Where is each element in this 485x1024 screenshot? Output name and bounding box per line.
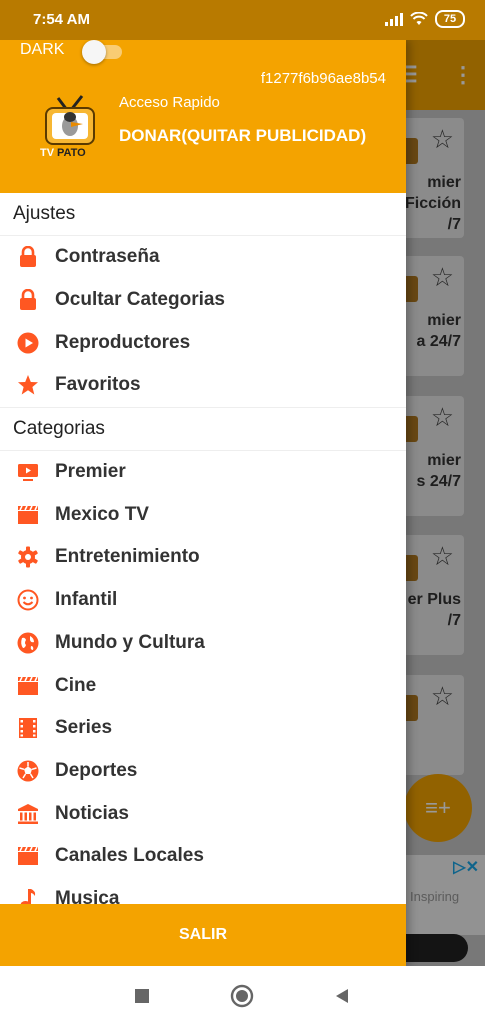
lock-icon xyxy=(16,288,40,312)
menu-item-label: Reproductores xyxy=(55,331,191,353)
triangle-back-icon xyxy=(336,989,348,1003)
dark-mode-label: DARK xyxy=(20,41,65,58)
menu-item-label: Mundo y Cultura xyxy=(55,631,205,653)
status-time: 7:54 AM xyxy=(33,11,90,28)
signal-icon xyxy=(385,12,403,26)
drawer-header: DARK f1277f6b96ae8b54 TV PATO Acceso Rap… xyxy=(0,40,406,193)
menu-item-kids[interactable]: Infantil xyxy=(0,579,406,622)
menu-item-music[interactable]: Musica xyxy=(0,878,406,904)
menu-item-world-culture[interactable]: Mundo y Cultura xyxy=(0,622,406,665)
exit-button[interactable]: SALIR xyxy=(0,904,406,966)
menu-item-series[interactable]: Series xyxy=(0,707,406,750)
menu-item-label: Premier xyxy=(55,461,126,483)
music-note-icon xyxy=(16,887,40,904)
menu-item-label: Canales Locales xyxy=(55,845,204,867)
menu-item-hide-categories[interactable]: Ocultar Categorias xyxy=(0,279,406,322)
menu-item-label: Cine xyxy=(55,674,97,696)
drawer-menu: Ajustes Contraseña Ocultar Categorias Re… xyxy=(0,193,406,904)
menu-item-label: Noticias xyxy=(55,802,129,824)
star-icon xyxy=(16,373,40,397)
device-id: f1277f6b96ae8b54 xyxy=(260,70,386,87)
settings-section-title: Ajustes xyxy=(0,193,406,236)
menu-item-mexico-tv[interactable]: Mexico TV xyxy=(0,493,406,536)
menu-item-entertainment[interactable]: Entretenimiento xyxy=(0,536,406,579)
menu-item-local-channels[interactable]: Canales Locales xyxy=(0,835,406,878)
recents-button[interactable] xyxy=(128,982,156,1010)
lock-icon xyxy=(16,245,40,269)
menu-item-premier[interactable]: Premier xyxy=(0,451,406,494)
film-strip-icon xyxy=(16,716,40,740)
circle-icon xyxy=(230,984,254,1008)
menu-item-password[interactable]: Contraseña xyxy=(0,236,406,279)
menu-item-label: Entretenimiento xyxy=(55,546,200,568)
categories-section-title: Categorias xyxy=(0,406,406,451)
clapperboard-icon xyxy=(16,674,40,698)
back-button[interactable] xyxy=(328,982,356,1010)
dark-mode-toggle[interactable] xyxy=(82,40,122,64)
clapperboard-icon xyxy=(16,503,40,527)
tv-play-icon xyxy=(16,460,40,484)
quick-access-link[interactable]: Acceso Rapido xyxy=(119,94,220,111)
clapperboard-icon xyxy=(16,844,40,868)
status-bar: 7:54 AM 75 xyxy=(0,0,485,40)
menu-item-label: Contraseña xyxy=(55,246,160,268)
app-logo: TV PATO xyxy=(40,95,95,158)
app-logo-text: PATO xyxy=(57,147,86,158)
menu-item-label: Series xyxy=(55,717,113,739)
menu-item-players[interactable]: Reproductores xyxy=(0,321,406,364)
donate-button[interactable]: DONAR(QUITAR PUBLICIDAD) xyxy=(119,124,369,147)
battery-icon: 75 xyxy=(435,10,465,28)
menu-item-label: Deportes xyxy=(55,759,138,781)
play-circle-icon xyxy=(16,331,40,355)
square-icon xyxy=(135,989,149,1003)
menu-item-label: Musica xyxy=(55,887,120,904)
globe-icon xyxy=(16,631,40,655)
menu-item-sports[interactable]: Deportes xyxy=(0,750,406,793)
system-nav-bar xyxy=(0,966,485,1024)
menu-item-label: Mexico TV xyxy=(55,503,149,525)
menu-item-cinema[interactable]: Cine xyxy=(0,664,406,707)
home-button[interactable] xyxy=(228,982,256,1010)
wifi-icon xyxy=(410,12,428,25)
menu-item-label: Ocultar Categorias xyxy=(55,289,225,311)
menu-item-label: Favoritos xyxy=(55,374,141,396)
navigation-drawer: DARK f1277f6b96ae8b54 TV PATO Acceso Rap… xyxy=(0,40,406,966)
svg-text:TV: TV xyxy=(40,147,55,158)
menu-item-favorites[interactable]: Favoritos xyxy=(0,364,406,407)
smiley-icon xyxy=(16,588,40,612)
bank-icon xyxy=(16,802,40,826)
soccer-ball-icon xyxy=(16,759,40,783)
menu-item-label: Infantil xyxy=(55,589,118,611)
gear-icon xyxy=(16,545,40,569)
menu-item-news[interactable]: Noticias xyxy=(0,792,406,835)
